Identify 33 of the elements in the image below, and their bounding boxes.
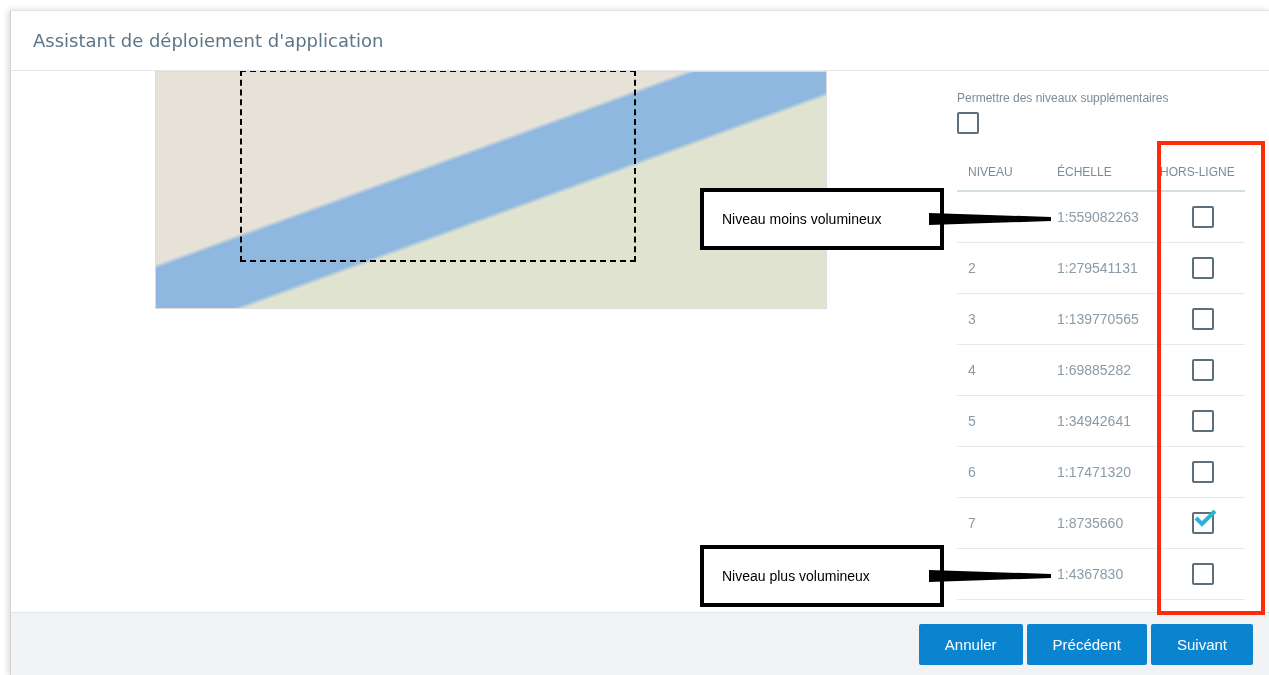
- checkbox[interactable]: [1191, 512, 1214, 534]
- column-header: ÉCHELLE: [1057, 165, 1113, 179]
- wizard-button[interactable]: Annuler: [918, 624, 1023, 665]
- column-header: HORS-LIGNE: [1160, 165, 1236, 179]
- table-cell: 4: [968, 362, 976, 378]
- column-header: NIVEAU: [967, 165, 1014, 179]
- table-cell: 1:139770565: [1057, 311, 1139, 327]
- table-cell: 1:69885282: [1057, 362, 1131, 378]
- checkbox[interactable]: [1191, 359, 1214, 381]
- table-cell: 7: [968, 515, 976, 531]
- checkbox[interactable]: [1191, 206, 1214, 228]
- table-cell: 2: [968, 260, 976, 276]
- table-cell: 1:4367830: [1057, 566, 1124, 582]
- checkbox[interactable]: [1191, 257, 1214, 279]
- table-cell: 1:279541131: [1057, 260, 1138, 276]
- wizard-button[interactable]: Suivant: [1150, 624, 1253, 665]
- table-cell: 6: [968, 464, 976, 480]
- table-cell: 1:8735660: [1057, 515, 1124, 531]
- table-cell: 3: [968, 311, 976, 327]
- checkbox[interactable]: [1191, 308, 1214, 330]
- table-cell: 5: [968, 413, 976, 429]
- table-cell: 1:34942641: [1057, 413, 1131, 429]
- callout-label: Niveau moins volumineux: [700, 187, 944, 250]
- checkbox[interactable]: [1191, 461, 1214, 483]
- callout-label: Niveau plus volumineux: [700, 544, 944, 607]
- window-title: Assistant de déploiement d'application: [33, 30, 384, 51]
- table-cell: 1:17471320: [1057, 464, 1131, 480]
- option-label: Permettre des niveaux supplémentaires: [957, 91, 1170, 105]
- checkbox[interactable]: [1191, 410, 1214, 432]
- checkbox[interactable]: [957, 112, 979, 134]
- wizard-button[interactable]: Précédent: [1026, 624, 1147, 665]
- table-cell: 1:559082263: [1057, 209, 1139, 225]
- checkbox[interactable]: [1191, 563, 1214, 585]
